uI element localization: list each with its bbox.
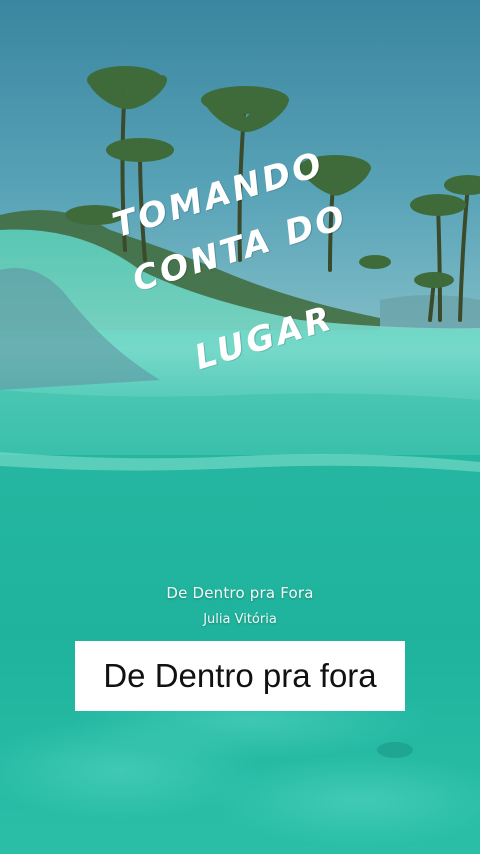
caption-box: De Dentro pra fora (75, 641, 405, 711)
caption-text: De Dentro pra fora (103, 657, 377, 694)
music-track-title: De Dentro pra Fora (166, 584, 314, 602)
beach-underwater-background (0, 0, 480, 854)
video-frame: TOMANDO CONTA DO LUGAR De Dentro pra For… (0, 0, 480, 854)
music-track-artist: Julia Vitória (203, 612, 277, 627)
